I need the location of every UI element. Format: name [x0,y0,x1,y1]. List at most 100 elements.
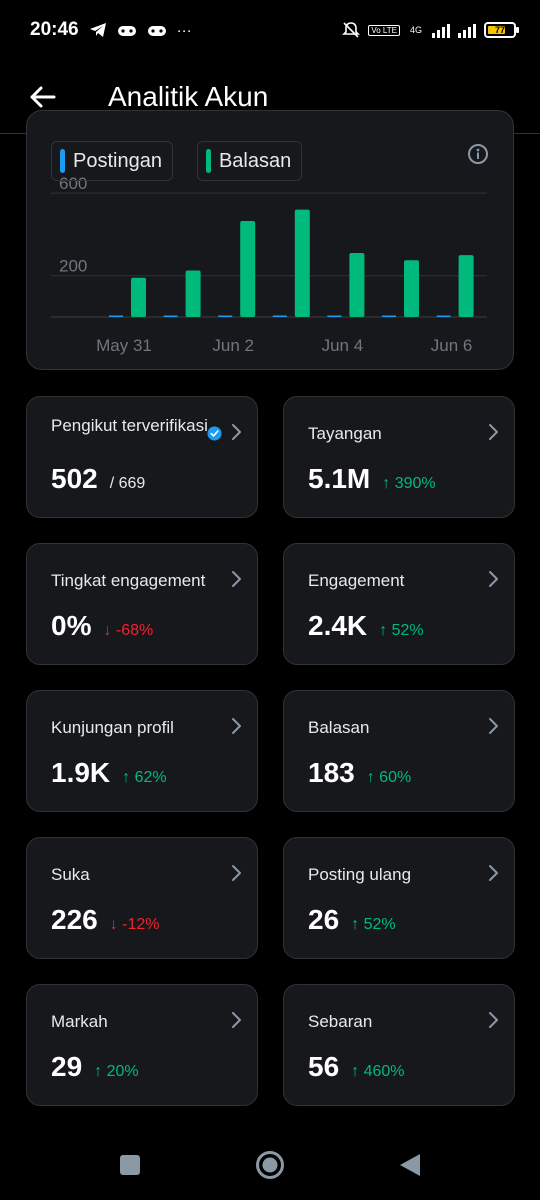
metric-card[interactable]: Pengikut terverifikasi 502 / 669 [26,396,258,518]
bar-balasan[interactable] [458,255,474,317]
status-time: 20:46 [30,19,79,40]
metric-value: 502 [51,463,98,494]
bar-postingan[interactable] [163,315,178,318]
network-type-label: 4G [409,24,422,35]
metric-card[interactable]: Suka 226 ↓ -12% [26,837,258,959]
telegram-icon [89,23,106,37]
metric-value-row: 5.1M ↑ 390% [308,463,436,495]
legend-postingan[interactable]: Postingan [51,141,173,181]
chevron-right-icon [489,718,498,734]
legend-label: Balasan [218,149,292,172]
metric-value: 5.1M [308,463,371,494]
legend-swatch [205,149,211,173]
bar-postingan[interactable] [272,315,287,318]
metric-value: 183 [308,757,355,788]
chevron-right-icon [489,865,498,881]
bar-balasan[interactable] [185,270,201,317]
chart-legend: Postingan Balasan [51,141,303,181]
metric-title: Markah [51,1012,108,1031]
metric-value-row: 2.4K ↑ 52% [308,610,424,642]
legend-label: Postingan [73,149,162,172]
x-tick-label: Jun 2 [212,336,254,355]
metric-value-row: 1.9K ↑ 62% [51,757,167,789]
bar-balasan[interactable] [349,253,365,317]
metric-value-row: 183 ↑ 60% [308,757,411,789]
metric-card[interactable]: Markah 29 ↑ 20% [26,984,258,1106]
legend-balasan[interactable]: Balasan [196,141,303,181]
metric-title: Sebaran [308,1012,373,1031]
status-notification-icons: ··· [89,22,192,38]
verified-badge-icon [207,426,222,441]
metric-value: 1.9K [51,757,111,788]
game-icon [117,26,136,36]
metric-change: ↑ 390% [382,475,436,492]
metric-card[interactable]: Engagement 2.4K ↑ 52% [283,543,515,665]
metric-value: 29 [51,1051,83,1082]
bar-postingan[interactable] [436,315,451,318]
metric-value: 56 [308,1051,340,1082]
metric-card[interactable]: Balasan 183 ↑ 60% [283,690,515,812]
x-tick-label: Jun 4 [322,336,364,355]
status-bar: 20:46 ··· Vo LTE 4G 77 [0,0,540,60]
metric-change: ↓ -68% [103,622,154,639]
chevron-right-icon [489,571,498,587]
x-tick-label: Jun 6 [431,336,473,355]
chevron-right-icon [232,865,241,881]
metric-value-row: 26 ↑ 52% [308,904,396,936]
metric-change: ↑ 62% [122,769,167,786]
metric-title: Balasan [308,718,370,737]
nav-back-button[interactable] [390,1145,430,1185]
home-icon [256,1151,284,1179]
metric-change: ↑ 52% [351,916,396,933]
metric-card[interactable]: Posting ulang 26 ↑ 52% [283,837,515,959]
metric-value-row: 56 ↑ 460% [308,1051,405,1083]
metric-title: Tingkat engagement [51,571,206,590]
chevron-right-icon [232,718,241,734]
metric-change: ↓ -12% [109,916,160,933]
metric-title: Kunjungan profil [51,718,174,737]
signal-icon [432,22,450,38]
metric-change: ↑ 60% [366,769,412,786]
metric-title: Tayangan [308,424,382,443]
metric-value: 226 [51,904,98,935]
recents-button[interactable] [110,1145,150,1185]
bar-balasan[interactable] [294,209,310,317]
chevron-right-icon [489,1012,498,1028]
arrow-left-icon [30,86,56,107]
metric-value: 26 [308,904,340,935]
bar-postingan[interactable] [327,315,342,318]
metric-value: 2.4K [308,610,368,641]
metric-card[interactable]: Kunjungan profil 1.9K ↑ 62% [26,690,258,812]
chart-card: 200 600 May 31 Jun 2 Jun 4 Jun 6 Postingan Ba… [26,110,514,370]
metric-title: Engagement [308,571,405,590]
metric-total: / 669 [109,475,146,492]
metric-card[interactable]: Tayangan 5.1M ↑ 390% [283,396,515,518]
bar-balasan[interactable] [404,260,419,317]
metric-change: ↑ 460% [351,1063,405,1080]
mute-icon [342,22,361,38]
metric-card[interactable]: Sebaran 56 ↑ 460% [283,984,515,1106]
info-icon[interactable] [467,143,489,165]
status-system-icons: Vo LTE 4G 77 [342,21,519,39]
bar-postingan[interactable] [218,315,233,318]
metric-card[interactable]: Tingkat engagement 0% ↓ -68% [26,543,258,665]
bar-balasan[interactable] [240,221,256,317]
metric-value: 0% [51,610,92,641]
bar-balasan[interactable] [131,277,146,317]
metric-change: ↑ 52% [379,622,424,639]
y-tick-label: 200 [59,257,87,276]
signal-icon [458,22,476,38]
game-icon [147,26,166,36]
system-nav-bar [0,1130,540,1200]
home-button[interactable] [250,1145,290,1185]
metric-value-row: 0% ↓ -68% [51,610,153,642]
battery-level: 77 [494,25,505,35]
recents-icon [120,1155,140,1175]
bar-postingan[interactable] [109,315,123,318]
chevron-right-icon [489,424,498,440]
bar-postingan[interactable] [382,315,396,318]
chevron-right-icon [232,571,241,587]
battery-icon: 77 [484,22,519,38]
x-tick-label: May 31 [96,336,152,355]
metric-value-row: 502 / 669 [51,463,145,495]
